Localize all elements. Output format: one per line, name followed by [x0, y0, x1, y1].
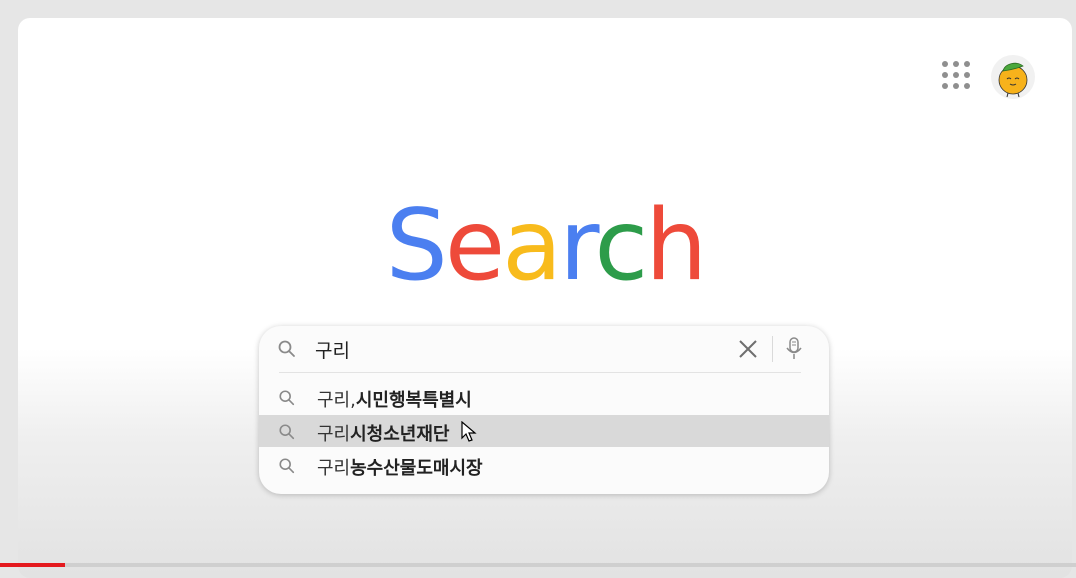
- apps-grid-button[interactable]: [941, 60, 971, 90]
- suggestion-prefix: 구리,: [317, 390, 356, 411]
- video-progress-fill: [0, 563, 65, 567]
- suggestion-completion: 시청소년재단: [350, 424, 450, 445]
- avatar[interactable]: [991, 55, 1035, 99]
- search-input[interactable]: [315, 334, 715, 364]
- apps-grid-dot: [942, 83, 948, 89]
- suggestion-text: 구리,시민행복특별시: [317, 386, 472, 412]
- search-box: 구리,시민행복특별시 구리시청소년재단 구리농수산물도매시장: [259, 326, 829, 494]
- apps-grid-dot: [964, 61, 970, 67]
- suggestion-text: 구리농수산물도매시장: [317, 454, 483, 480]
- logo-letter: a: [502, 189, 562, 303]
- apps-grid-dot: [953, 61, 959, 67]
- logo-letter: r: [559, 189, 597, 303]
- apps-grid-dot: [953, 83, 959, 89]
- browser-page: Search 구리 구리,시민행복특별시 구리시청소년재단 구리농수산물도매시장: [18, 18, 1072, 578]
- search-logo: Search: [18, 186, 1072, 306]
- search-icon: [279, 390, 295, 406]
- suggestion-item[interactable]: 구리,시민행복특별시: [259, 381, 829, 413]
- suggestion-completion: 시민행복특별시: [355, 390, 472, 411]
- mouse-cursor-icon: [461, 421, 477, 442]
- logo-letter: S: [385, 189, 448, 303]
- suggestion-prefix: 구리: [317, 458, 351, 479]
- apps-grid-dot: [953, 72, 959, 78]
- search-icon: [279, 424, 295, 440]
- search-icon: [279, 458, 295, 474]
- avatar-character-icon: [998, 62, 1028, 98]
- suggestion-completion: 농수산물도매시장: [350, 458, 483, 479]
- video-progress-bar[interactable]: [0, 563, 1076, 567]
- microphone-icon[interactable]: [783, 335, 805, 363]
- apps-grid-icon: [942, 61, 948, 67]
- search-bar: [259, 326, 829, 372]
- suggestion-item[interactable]: 구리시청소년재단: [259, 415, 829, 447]
- suggestion-item[interactable]: 구리농수산물도매시장: [259, 449, 829, 481]
- divider: [279, 372, 801, 373]
- close-icon[interactable]: [737, 338, 759, 360]
- search-icon: [278, 340, 295, 357]
- suggestion-text: 구리시청소년재단: [317, 420, 449, 446]
- divider: [772, 336, 773, 362]
- logo-letter: h: [645, 189, 707, 303]
- apps-grid-dot: [942, 72, 948, 78]
- suggestion-prefix: 구리: [317, 424, 351, 445]
- logo-letter: c: [594, 189, 648, 303]
- logo-letter: e: [444, 189, 505, 303]
- apps-grid-dot: [964, 72, 970, 78]
- apps-grid-dot: [964, 83, 970, 89]
